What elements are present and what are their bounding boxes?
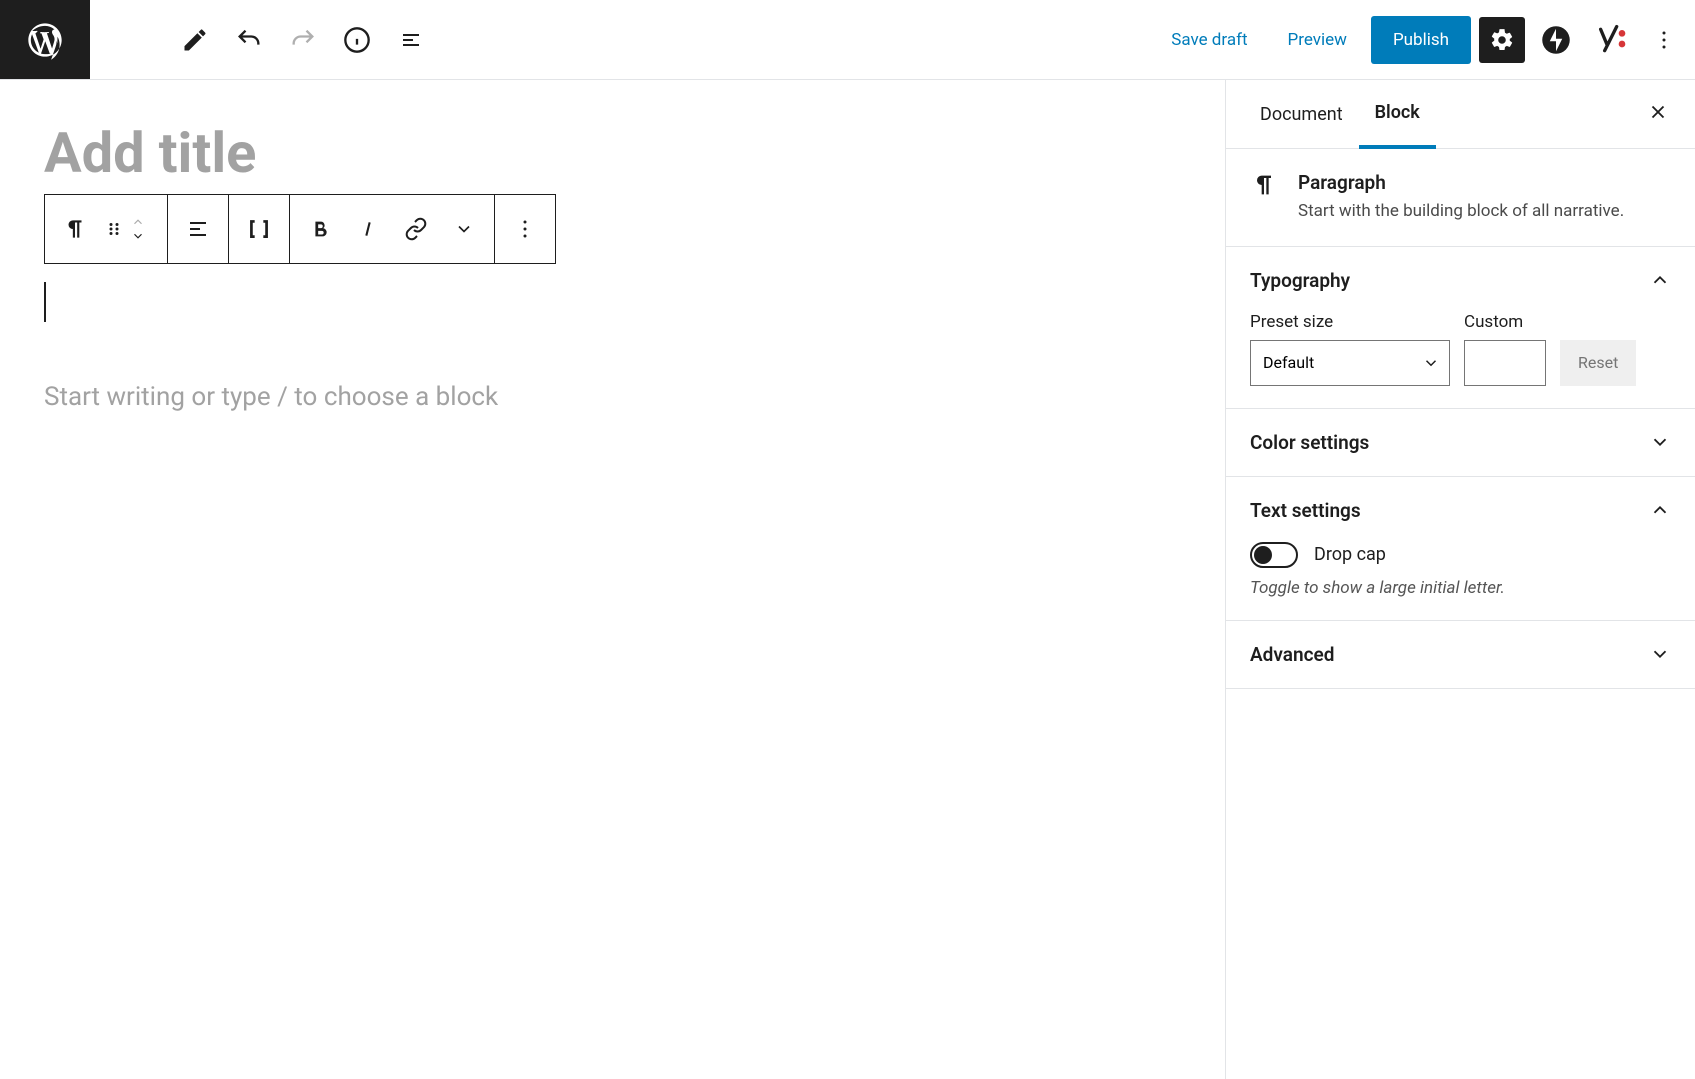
undo-button[interactable] (222, 13, 276, 67)
color-settings-toggle[interactable]: Color settings (1250, 431, 1671, 454)
preview-button[interactable]: Preview (1272, 16, 1363, 64)
drop-cap-label: Drop cap (1314, 544, 1386, 565)
typography-toggle[interactable]: Typography (1250, 269, 1671, 292)
tab-block[interactable]: Block (1359, 80, 1436, 149)
chevron-up-icon (129, 215, 147, 229)
chevron-down-icon (1649, 643, 1671, 665)
italic-icon (358, 219, 378, 239)
chevron-down-icon (129, 229, 147, 243)
preset-size-label: Preset size (1250, 312, 1450, 332)
more-options-button[interactable] (1641, 17, 1687, 63)
outline-button[interactable] (384, 13, 438, 67)
bold-icon (309, 218, 331, 240)
chevron-up-icon (1649, 269, 1671, 291)
align-button[interactable] (174, 195, 222, 263)
block-more-button[interactable] (501, 195, 549, 263)
color-settings-panel: Color settings (1226, 409, 1695, 477)
add-block-button[interactable] (122, 17, 168, 63)
paragraph-icon (1250, 171, 1278, 199)
link-icon (404, 217, 428, 241)
reset-button[interactable]: Reset (1560, 340, 1636, 386)
wordpress-icon (25, 20, 65, 60)
block-placeholder[interactable]: Start writing or type / to choose a bloc… (44, 382, 1181, 412)
text-settings-toggle[interactable]: Text settings (1250, 499, 1671, 522)
chevron-down-icon (1649, 431, 1671, 453)
list-icon (399, 28, 423, 52)
editor-canvas[interactable]: Add title (0, 80, 1225, 1079)
link-button[interactable] (392, 195, 440, 263)
preset-size-select[interactable]: Default (1250, 340, 1450, 386)
gear-icon (1489, 27, 1515, 53)
dots-vertical-icon (1652, 28, 1676, 52)
text-settings-panel: Text settings Drop cap Toggle to show a … (1226, 477, 1695, 621)
jetpack-icon (1541, 25, 1571, 55)
jetpack-button[interactable] (1533, 17, 1579, 63)
align-left-icon (186, 217, 210, 241)
advanced-panel: Advanced (1226, 621, 1695, 689)
redo-button[interactable] (276, 13, 330, 67)
wordpress-logo[interactable] (0, 0, 90, 79)
drop-cap-hint: Toggle to show a large initial letter. (1250, 578, 1671, 598)
info-button[interactable] (330, 13, 384, 67)
more-formatting-button[interactable] (440, 195, 488, 263)
block-movers[interactable] (129, 215, 161, 243)
paragraph-icon (62, 216, 88, 242)
block-description-panel: Paragraph Start with the building block … (1226, 149, 1695, 247)
advanced-toggle[interactable]: Advanced (1250, 643, 1671, 666)
block-toolbar (44, 194, 556, 264)
typography-panel: Typography Preset size Default (1226, 247, 1695, 409)
undo-icon (235, 26, 263, 54)
drop-cap-toggle[interactable] (1250, 542, 1298, 568)
settings-button[interactable] (1479, 17, 1525, 63)
publish-button[interactable]: Publish (1371, 16, 1471, 64)
yoast-icon (1594, 24, 1626, 56)
sidebar-close-button[interactable] (1639, 93, 1677, 135)
chevron-down-icon (454, 219, 474, 239)
pencil-icon (181, 26, 209, 54)
tab-document[interactable]: Document (1244, 82, 1359, 147)
dots-vertical-icon (513, 217, 537, 241)
drag-icon (105, 220, 123, 238)
drag-handle[interactable] (99, 195, 129, 263)
header-right: Save draft Preview Publish (1155, 16, 1687, 64)
plus-icon (131, 26, 159, 54)
custom-size-input[interactable] (1464, 340, 1546, 386)
sidebar-tabs: Document Block (1226, 80, 1695, 149)
save-draft-button[interactable]: Save draft (1155, 16, 1263, 64)
block-type-button[interactable] (51, 195, 99, 263)
chevron-up-icon (1649, 499, 1671, 521)
info-icon (343, 26, 371, 54)
settings-sidebar: Document Block Paragraph Start with the … (1225, 80, 1695, 1079)
italic-button[interactable] (344, 195, 392, 263)
block-desc: Start with the building block of all nar… (1298, 200, 1624, 224)
redo-icon (289, 26, 317, 54)
yoast-button[interactable] (1587, 17, 1633, 63)
custom-size-label: Custom (1464, 312, 1546, 332)
close-icon (1647, 101, 1669, 123)
text-cursor (44, 282, 46, 322)
header-left (0, 0, 438, 79)
brackets-icon (246, 216, 272, 242)
post-title-input[interactable]: Add title (44, 120, 1181, 186)
top-toolbar: Save draft Preview Publish (0, 0, 1695, 80)
bold-button[interactable] (296, 195, 344, 263)
edit-mode-button[interactable] (168, 13, 222, 67)
width-button[interactable] (235, 195, 283, 263)
block-title: Paragraph (1298, 171, 1624, 194)
